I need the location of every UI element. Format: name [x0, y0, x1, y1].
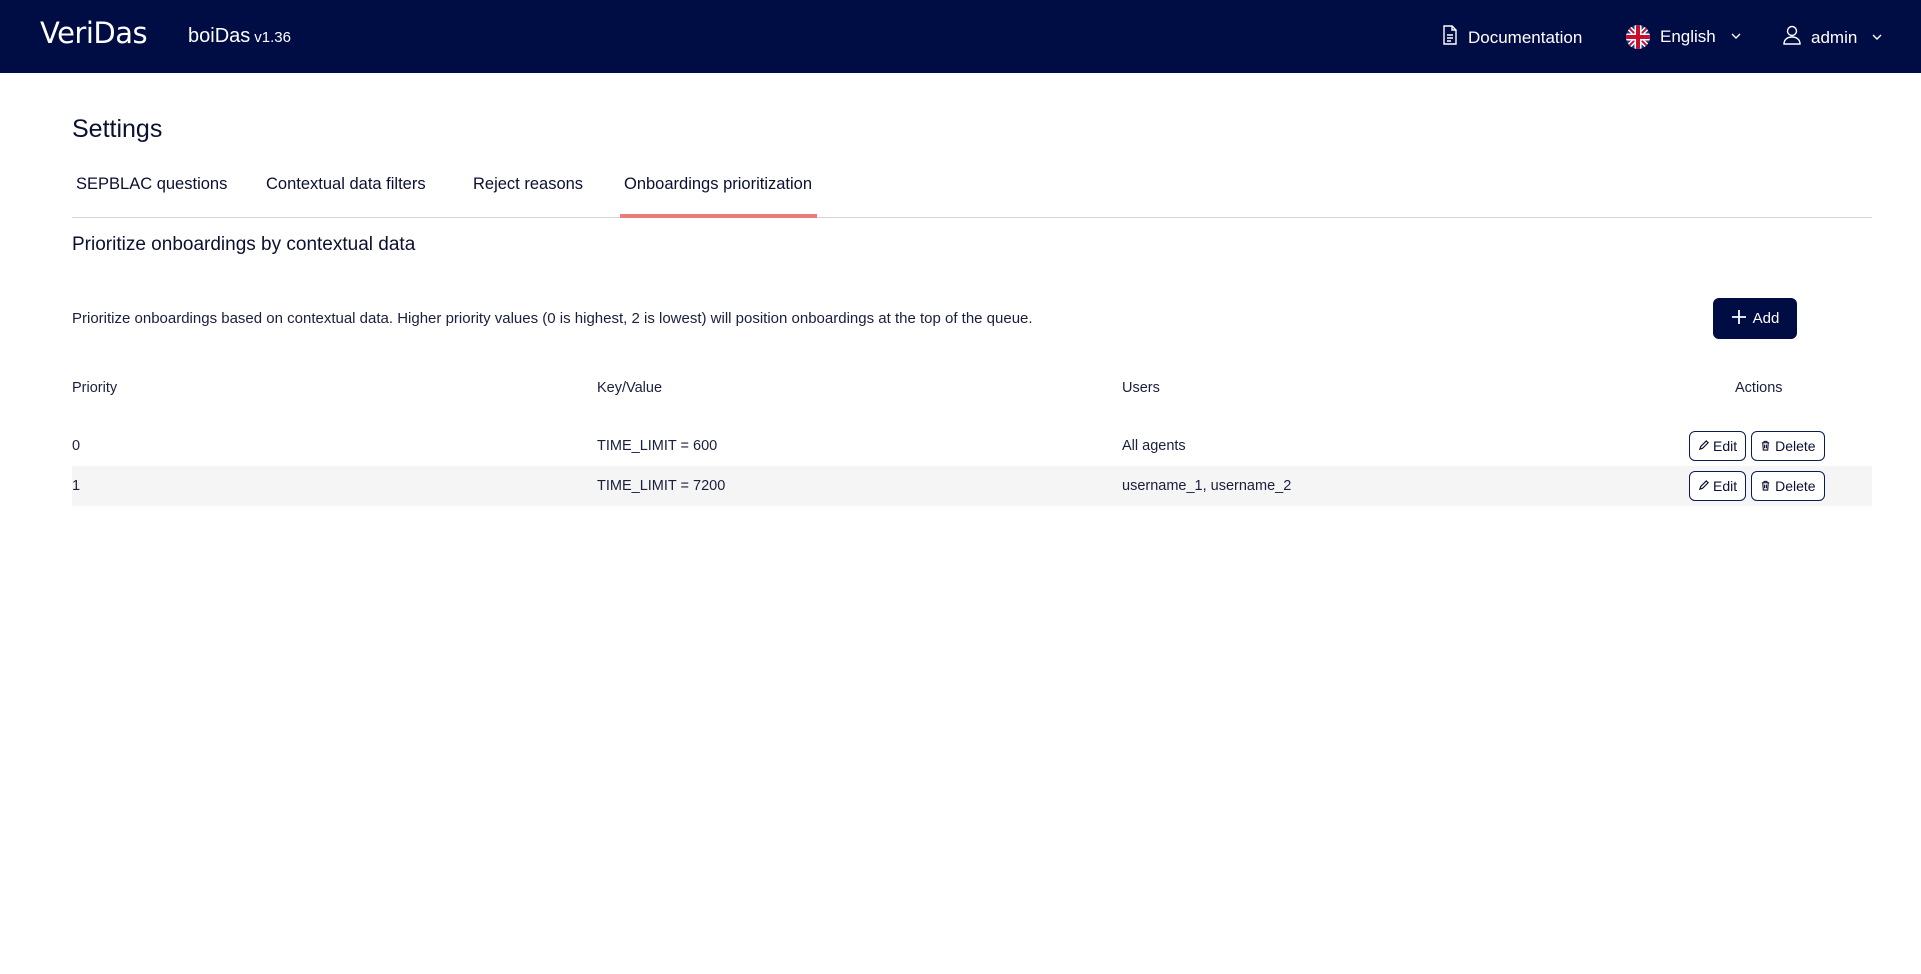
language-label: English: [1660, 27, 1716, 46]
delete-button[interactable]: Delete: [1751, 471, 1825, 501]
trash-icon: [1760, 438, 1771, 454]
users-cell: All agents: [1122, 438, 1186, 454]
trash-icon: [1760, 478, 1771, 494]
user-menu[interactable]: admin: [1783, 25, 1883, 50]
pencil-icon: [1698, 478, 1709, 494]
user-label: admin: [1811, 27, 1858, 47]
chevron-down-icon: [1867, 28, 1883, 48]
actions-cell: Edit Delete: [1689, 466, 1830, 506]
column-header-key-value: Key/Value: [597, 379, 663, 396]
key-value-cell: TIME_LIMIT = 600: [597, 438, 718, 454]
product-name: boiDas: [188, 25, 251, 47]
plus-icon: [1731, 307, 1747, 329]
pencil-icon: [1698, 438, 1709, 454]
edit-label: Edit: [1713, 478, 1738, 494]
priority-cell: 0: [72, 438, 81, 454]
edit-button[interactable]: Edit: [1689, 431, 1747, 461]
veridas-logo[interactable]: VeriDas: [40, 16, 148, 50]
settings-tabs: SEPBLAC questions Contextual data filter…: [72, 166, 1872, 218]
add-button-label: Add: [1752, 310, 1780, 327]
column-header-users: Users: [1122, 379, 1160, 396]
language-selector[interactable]: English: [1626, 25, 1742, 49]
table-row: 0 TIME_LIMIT = 600 All agents Edit Delet…: [72, 426, 1872, 466]
user-icon: [1783, 25, 1801, 50]
uk-flag-icon: [1626, 25, 1650, 49]
tab-sepblac-questions[interactable]: SEPBLAC questions: [72, 166, 231, 218]
section-title: Prioritize onboardings by contextual dat…: [72, 234, 416, 255]
users-cell: username_1, username_2: [1122, 478, 1292, 494]
top-navigation-bar: VeriDas boiDas v1.36 Documentation Englis…: [0, 0, 1921, 73]
delete-label: Delete: [1775, 438, 1816, 454]
edit-label: Edit: [1713, 438, 1738, 454]
page-title: Settings: [72, 115, 163, 143]
priority-cell: 1: [72, 478, 81, 494]
priority-table: Priority Key/Value Users Actions 0 TIME_…: [72, 370, 1872, 506]
table-row: 1 TIME_LIMIT = 7200 username_1, username…: [72, 466, 1872, 506]
delete-label: Delete: [1775, 478, 1816, 494]
product-title: boiDas v1.36: [188, 25, 291, 48]
tab-reject-reasons[interactable]: Reject reasons: [469, 166, 587, 218]
tab-onboardings-prioritization[interactable]: Onboardings prioritization: [620, 166, 818, 218]
column-header-priority: Priority: [72, 379, 118, 396]
chevron-down-icon: [1726, 27, 1742, 47]
delete-button[interactable]: Delete: [1751, 431, 1825, 461]
table-header-row: Priority Key/Value Users Actions: [72, 370, 1872, 405]
tab-contextual-data-filters[interactable]: Contextual data filters: [262, 166, 430, 218]
document-icon: [1442, 25, 1458, 50]
documentation-label: Documentation: [1468, 27, 1583, 47]
add-button[interactable]: Add: [1713, 298, 1797, 339]
key-value-cell: TIME_LIMIT = 7200: [597, 478, 726, 494]
column-header-actions: Actions: [1735, 379, 1783, 396]
product-version: v1.36: [254, 29, 291, 46]
actions-cell: Edit Delete: [1689, 426, 1830, 466]
section-description: Prioritize onboardings based on contextu…: [72, 310, 1033, 327]
edit-button[interactable]: Edit: [1689, 471, 1747, 501]
documentation-link[interactable]: Documentation: [1442, 25, 1582, 50]
